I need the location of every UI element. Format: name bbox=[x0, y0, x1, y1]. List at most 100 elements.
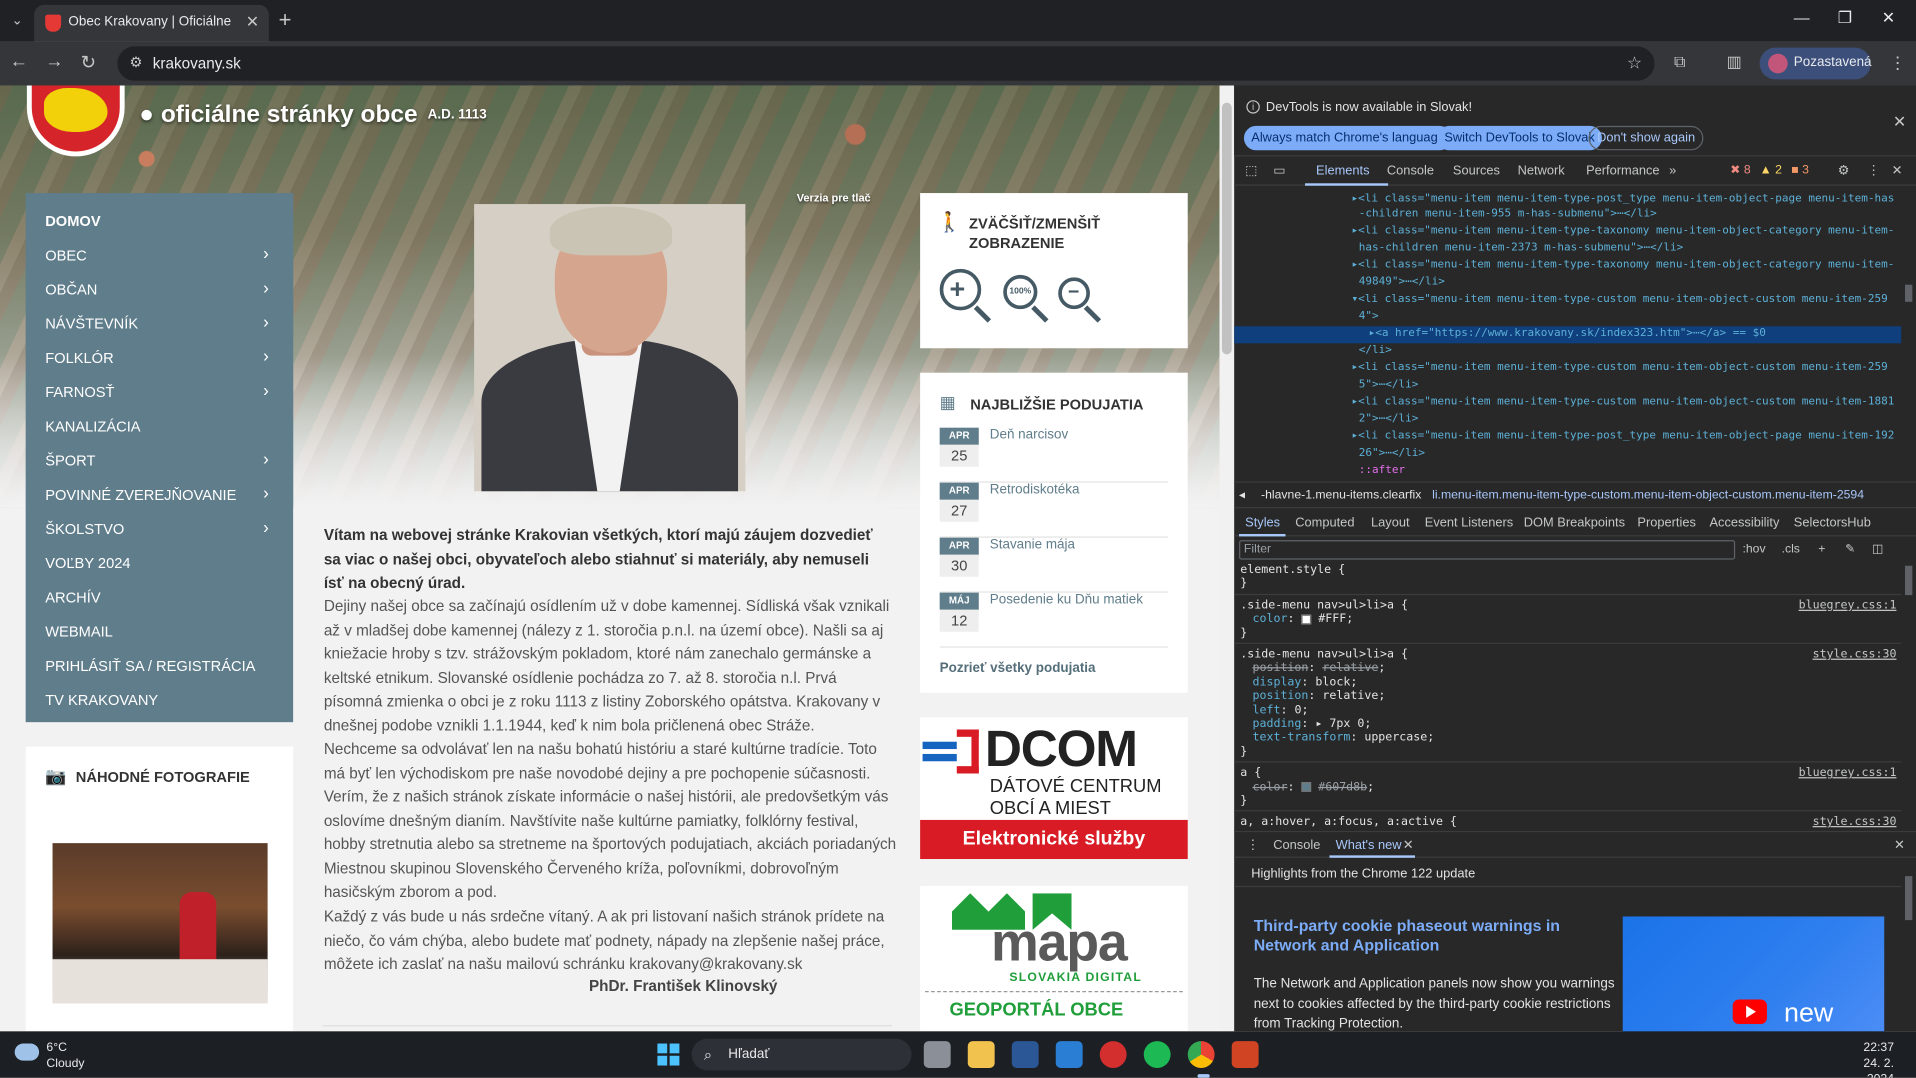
geoportal-banner[interactable]: mapa SLOVAKIA DIGITAL GEOPORTÁL OBCE bbox=[920, 885, 1188, 1032]
issues-count[interactable]: ■ 3 bbox=[1791, 164, 1809, 177]
css-source-link[interactable]: bluegrey.css:1 bbox=[1799, 599, 1897, 613]
css-declaration[interactable]: left: 0; bbox=[1252, 703, 1308, 717]
drawer-menu-icon[interactable]: ⋮ bbox=[1246, 838, 1259, 853]
taskbar-search[interactable]: ⌕ Hľadať bbox=[691, 1038, 912, 1071]
menu-item[interactable]: Školstvo › bbox=[26, 511, 294, 545]
menu-item[interactable]: TV Krakovany bbox=[26, 682, 294, 716]
dom-node[interactable]: ▸<li class="menu-item menu-item-type-cus… bbox=[1234, 360, 1901, 377]
css-declaration[interactable]: color: #607d8b; bbox=[1252, 780, 1374, 794]
devtools-menu-icon[interactable]: ⋮ bbox=[1867, 164, 1880, 179]
task-view-icon[interactable] bbox=[923, 1041, 951, 1068]
dom-node[interactable]: ▸<li class="menu-item menu-item-type-tax… bbox=[1234, 258, 1901, 275]
event-item[interactable]: Apr 25 Deň narcisov bbox=[939, 427, 1169, 483]
address-url[interactable]: krakovany.sk bbox=[153, 55, 241, 72]
random-photo[interactable] bbox=[52, 843, 268, 1004]
all-events-link[interactable]: Pozrieť všetky podujatia bbox=[940, 661, 1096, 676]
tab-search-icon[interactable]: ⌄ bbox=[5, 9, 29, 33]
menu-item[interactable]: Archív bbox=[26, 579, 294, 613]
dom-node[interactable]: -children menu-item-955 m-has-submenu">⋯… bbox=[1234, 207, 1901, 224]
subtab-layout[interactable]: Layout bbox=[1371, 516, 1410, 531]
hover-state-toggle[interactable]: :hov bbox=[1742, 543, 1765, 556]
menu-item[interactable]: Prihlásiť sa / Registrácia bbox=[26, 648, 294, 682]
subtab-accessibility[interactable]: Accessibility bbox=[1709, 516, 1779, 531]
reload-icon[interactable]: ↻ bbox=[81, 51, 96, 74]
spotify-icon[interactable] bbox=[1143, 1041, 1171, 1068]
bookmark-star-icon[interactable]: ☆ bbox=[1627, 53, 1642, 74]
event-name[interactable]: Retrodiskotéka bbox=[990, 483, 1080, 498]
error-count[interactable]: ✖ 8 bbox=[1730, 164, 1750, 177]
word-icon[interactable] bbox=[1011, 1041, 1039, 1068]
warning-count[interactable]: ▲ 2 bbox=[1760, 164, 1782, 177]
subtab-styles[interactable]: Styles bbox=[1245, 516, 1280, 531]
css-declaration[interactable]: display: block; bbox=[1252, 675, 1357, 689]
vscode-icon[interactable] bbox=[1055, 1041, 1083, 1068]
tab-performance[interactable]: Performance bbox=[1586, 164, 1659, 179]
close-window-icon[interactable]: ✕ bbox=[1882, 9, 1895, 29]
styles-scrollbar[interactable] bbox=[1901, 563, 1916, 828]
css-source-link[interactable]: style.css:30 bbox=[1813, 816, 1897, 829]
dom-node[interactable]: 26">⋯</li> bbox=[1234, 446, 1901, 463]
more-tabs-icon[interactable]: » bbox=[1669, 164, 1676, 179]
css-declaration[interactable]: text-transform: uppercase; bbox=[1252, 731, 1434, 745]
dom-node[interactable]: ▸<li class="menu-item menu-item-type-pos… bbox=[1234, 429, 1901, 446]
dom-node[interactable]: 4"> bbox=[1234, 309, 1901, 326]
color-swatch[interactable] bbox=[1301, 614, 1312, 625]
whats-new-video-thumbnail[interactable]: new bbox=[1622, 916, 1885, 1034]
css-declaration[interactable]: position: relative; bbox=[1252, 689, 1385, 703]
dom-node[interactable]: 2">⋯</li> bbox=[1234, 412, 1901, 429]
close-infobar-icon[interactable]: ✕ bbox=[1893, 112, 1906, 132]
settings-gear-icon[interactable]: ⚙ bbox=[1838, 164, 1850, 179]
dom-node[interactable]: ▾<li class="menu-item menu-item-type-cus… bbox=[1234, 292, 1901, 309]
close-devtools-icon[interactable]: ✕ bbox=[1892, 164, 1903, 179]
new-tab-button[interactable]: + bbox=[279, 7, 292, 33]
dom-node[interactable]: 5">⋯</li> bbox=[1234, 378, 1901, 395]
chrome-menu-icon[interactable]: ⋮ bbox=[1889, 53, 1906, 74]
dom-node[interactable]: has-children menu-item-2373 m-has-submen… bbox=[1234, 241, 1901, 258]
dcom-banner[interactable]: DCOM DÁTOVÉ CENTRUM OBCÍ A MIEST Elektro… bbox=[920, 717, 1188, 860]
page-scrollbar[interactable] bbox=[1219, 85, 1235, 1032]
address-bar[interactable]: ⚙ krakovany.sk ☆ bbox=[117, 46, 1655, 81]
print-version-link[interactable]: Verzia pre tlač bbox=[797, 192, 871, 204]
file-explorer-icon[interactable] bbox=[967, 1041, 995, 1068]
powerpoint-icon[interactable] bbox=[1231, 1041, 1259, 1068]
taskbar-clock[interactable]: 22:37 24. 2. 2024 bbox=[1833, 1040, 1894, 1078]
tab-close-icon[interactable]: ✕ bbox=[246, 12, 259, 32]
menu-item[interactable]: Webmail bbox=[26, 613, 294, 647]
profile-button[interactable]: Pozastavená bbox=[1759, 47, 1872, 80]
whats-new-heading[interactable]: Third-party cookie phaseout warnings in … bbox=[1254, 916, 1616, 955]
tab-elements[interactable]: Elements bbox=[1316, 164, 1369, 179]
class-toggle[interactable]: .cls bbox=[1782, 543, 1800, 556]
site-info-icon[interactable]: ⚙ bbox=[130, 54, 143, 71]
menu-item[interactable]: Domov bbox=[26, 203, 294, 237]
menu-item[interactable]: Šport › bbox=[26, 442, 294, 476]
css-declaration[interactable]: color: #FFF; bbox=[1252, 612, 1353, 626]
back-icon[interactable]: ← bbox=[10, 51, 28, 72]
restore-icon[interactable]: ❐ bbox=[1838, 9, 1852, 29]
menu-item[interactable]: Povinné zverejňovanie › bbox=[26, 477, 294, 511]
event-name[interactable]: Stavanie mája bbox=[990, 538, 1075, 553]
event-name[interactable]: Deň narcisov bbox=[990, 428, 1068, 443]
subtab-computed[interactable]: Computed bbox=[1295, 516, 1354, 531]
whats-new-scrollbar[interactable] bbox=[1901, 859, 1916, 1031]
tab-sources[interactable]: Sources bbox=[1453, 164, 1500, 179]
breadcrumb-back-icon[interactable]: ◂ bbox=[1239, 489, 1245, 502]
styles-filter-input[interactable]: Filter bbox=[1239, 540, 1736, 560]
subtab-selectorshub[interactable]: SelectorsHub bbox=[1794, 516, 1871, 531]
inspect-icon[interactable]: ⬚ bbox=[1245, 164, 1257, 179]
drawer-tab-whats-new[interactable]: What's new bbox=[1336, 838, 1402, 853]
menu-item[interactable]: Farnosť › bbox=[26, 374, 294, 408]
css-declaration[interactable]: position: relative; bbox=[1252, 662, 1385, 676]
switch-language-button[interactable]: Switch DevTools to Slovak bbox=[1437, 125, 1603, 151]
windows-start-icon[interactable] bbox=[657, 1043, 680, 1066]
browser-tab[interactable]: Obec Krakovany | Oficiálne strán ✕ bbox=[34, 4, 269, 42]
breadcrumb-item[interactable]: -hlavne-1.menu-items.clearfix bbox=[1261, 489, 1421, 502]
add-rule-icon[interactable]: + bbox=[1818, 543, 1825, 556]
css-declaration[interactable]: padding: ▸ 7px 0; bbox=[1252, 717, 1371, 731]
zoom-reset-icon[interactable]: 100% bbox=[1003, 274, 1038, 310]
dom-node[interactable]: </li> bbox=[1234, 343, 1901, 360]
event-item[interactable]: Apr 27 Retrodiskotéka bbox=[939, 482, 1169, 538]
breadcrumb-item-selected[interactable]: li.menu-item.menu-item-type-custom.menu-… bbox=[1432, 489, 1864, 502]
event-item[interactable]: Apr 30 Stavanie mája bbox=[939, 537, 1169, 593]
device-toolbar-icon[interactable]: ▭ bbox=[1273, 164, 1285, 179]
menu-item[interactable]: Folklór › bbox=[26, 340, 294, 374]
